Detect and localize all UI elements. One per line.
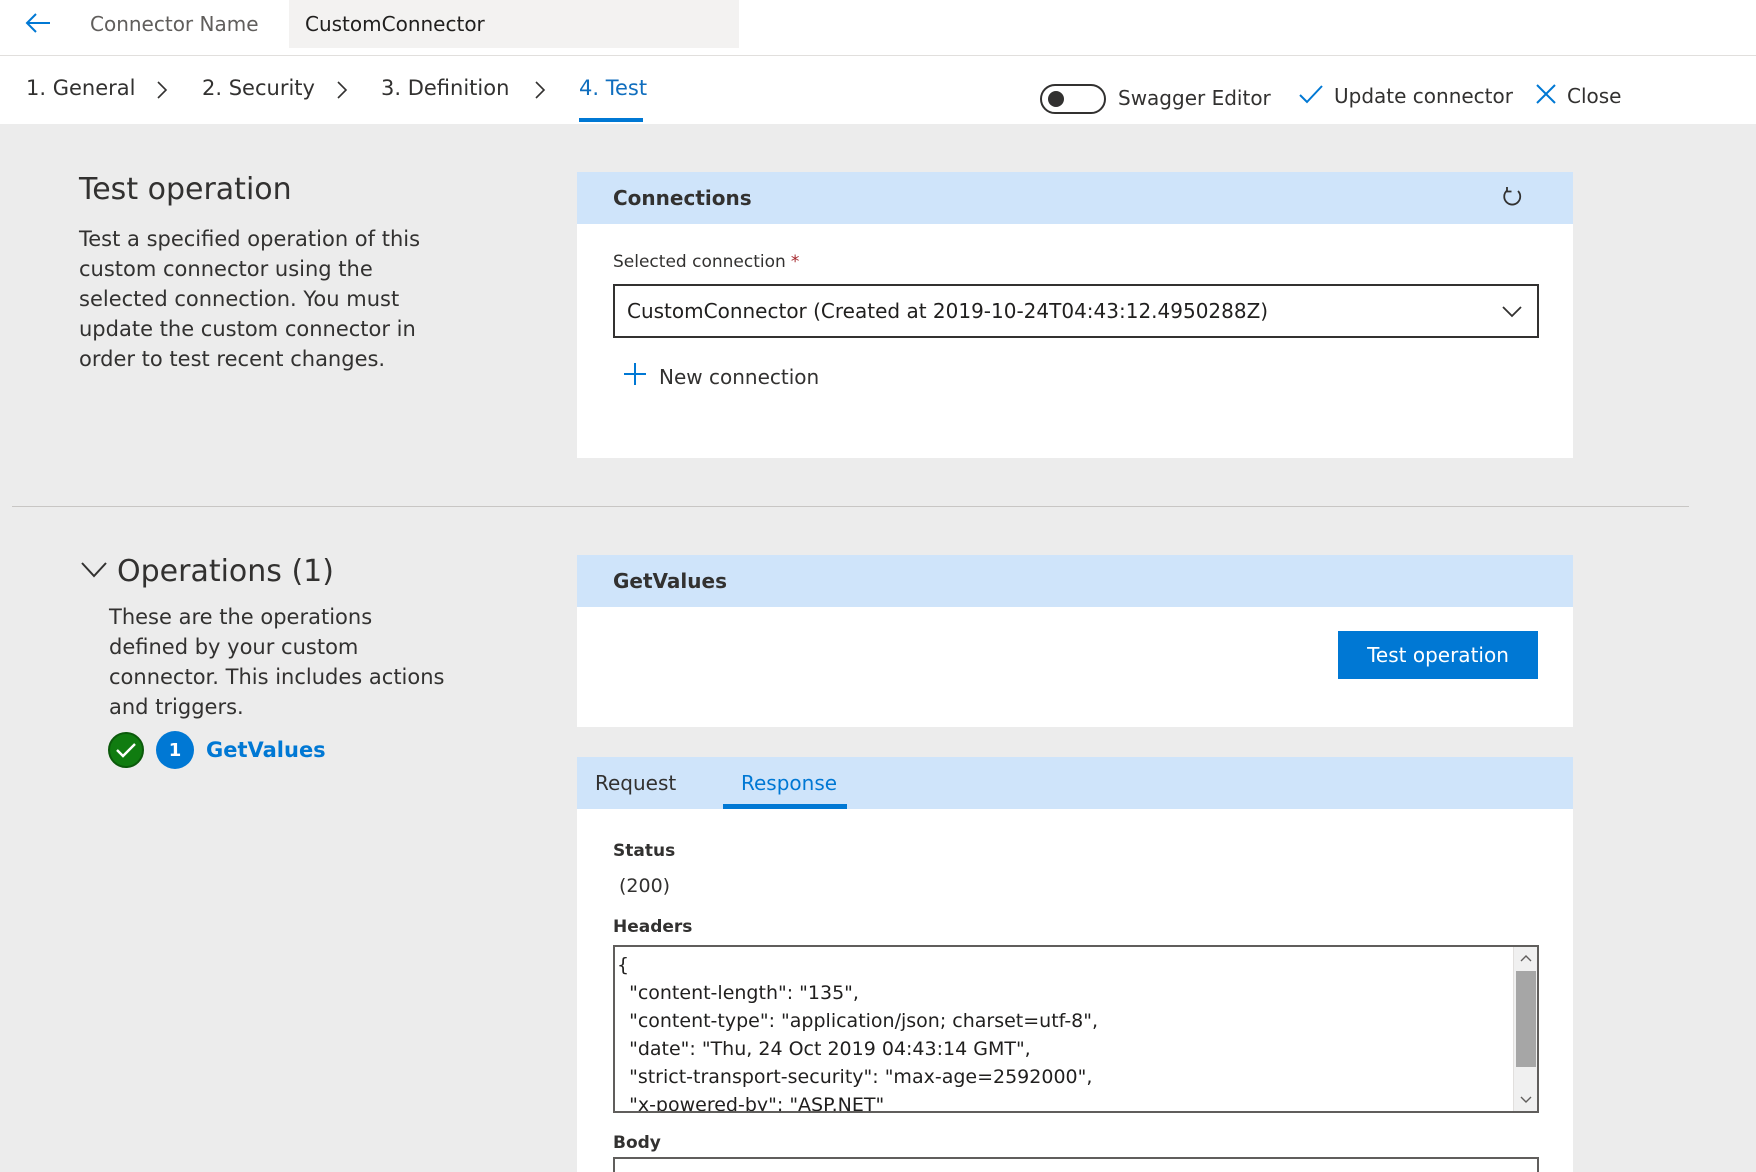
top-bar: Connector Name (0, 0, 1756, 56)
description-line: selected connection. You must (79, 287, 400, 311)
description-line: custom connector using the (79, 257, 373, 281)
operations-collapse-toggle[interactable] (80, 561, 108, 583)
description-line: These are the operations (109, 605, 373, 629)
new-connection-label: New connection (659, 364, 820, 389)
operation-item[interactable]: 1 GetValues (108, 731, 326, 769)
required-mark: * (790, 252, 800, 272)
scroll-down-icon[interactable] (1514, 1089, 1537, 1111)
selected-connection-select[interactable]: CustomConnector (Created at 2019-10-24T0… (613, 284, 1539, 338)
body-label: Body (613, 1133, 661, 1153)
request-response-panel: Request Response Status (200) Headers { … (577, 757, 1573, 1172)
selected-connection-label: Selected connection * (613, 252, 799, 272)
description-line: connector. This includes actions (109, 665, 445, 689)
tab-request[interactable]: Request (595, 757, 676, 809)
close-button[interactable]: Close (1535, 78, 1621, 114)
description-line: Test a specified operation of this (79, 227, 421, 251)
close-label: Close (1567, 84, 1622, 108)
chevron-right-icon (152, 78, 172, 102)
section-divider (12, 506, 1689, 507)
wizard-steps-bar: 1. General 2. Security 3. Definition 4. … (0, 56, 1756, 124)
selected-connection-value: CustomConnector (Created at 2019-10-24T0… (627, 299, 1269, 323)
connector-name-label: Connector Name (90, 12, 259, 36)
chevron-down-icon (80, 562, 108, 583)
operation-panel-header: GetValues (577, 555, 1573, 607)
chevron-down-icon (1501, 300, 1523, 324)
new-connection-button[interactable]: New connection (623, 362, 819, 391)
update-connector-button[interactable]: Update connector (1298, 78, 1513, 114)
test-operation-title: Test operation (79, 172, 292, 207)
toggle-knob (1048, 91, 1064, 107)
checkmark-icon (1298, 83, 1324, 110)
description-line: order to test recent changes. (79, 347, 386, 371)
main-content: Test operation Test a specified operatio… (0, 124, 1756, 1172)
scroll-up-icon[interactable] (1514, 947, 1537, 969)
status-value: (200) (619, 875, 671, 897)
headers-content: { "content-length": "135", "content-type… (617, 954, 1099, 1113)
operations-title: Operations (1) (117, 554, 334, 589)
close-icon (1535, 83, 1557, 110)
arrow-left-icon (24, 12, 52, 38)
status-label: Status (613, 841, 676, 861)
request-response-tabs: Request Response (577, 757, 1573, 809)
step-security[interactable]: 2. Security (202, 76, 315, 100)
headers-label: Headers (613, 917, 693, 937)
refresh-icon[interactable] (1501, 186, 1523, 213)
description-line: update the custom connector in (79, 317, 416, 341)
connections-header: Connections (577, 172, 1573, 224)
operation-panel: GetValues Test operation (577, 555, 1573, 727)
description-line: defined by your custom (109, 635, 359, 659)
connections-title: Connections (613, 186, 752, 210)
success-check-icon (108, 732, 144, 768)
active-tab-underline (723, 804, 847, 809)
operation-link-getvalues[interactable]: GetValues (206, 738, 326, 762)
headers-textarea[interactable]: { "content-length": "135", "content-type… (613, 945, 1539, 1113)
step-definition[interactable]: 3. Definition (381, 76, 509, 100)
operation-number-badge: 1 (156, 731, 194, 769)
scroll-thumb[interactable] (1516, 971, 1536, 1067)
operation-panel-title: GetValues (613, 569, 727, 593)
connector-name-input[interactable] (289, 0, 739, 48)
update-connector-label: Update connector (1334, 84, 1513, 108)
connections-panel: Connections Selected connection * Custom… (577, 172, 1573, 458)
operations-description: These are the operations defined by your… (109, 602, 445, 722)
swagger-editor-label: Swagger Editor (1118, 86, 1271, 110)
body-textarea[interactable] (613, 1157, 1539, 1172)
plus-icon (623, 362, 647, 391)
description-line: and triggers. (109, 695, 244, 719)
headers-scrollbar[interactable] (1513, 947, 1537, 1111)
selected-connection-text: Selected connection (613, 252, 786, 272)
swagger-editor-toggle[interactable] (1040, 84, 1106, 114)
back-button[interactable] (20, 10, 56, 40)
tab-response[interactable]: Response (741, 757, 837, 809)
step-test[interactable]: 4. Test (579, 76, 647, 100)
chevron-right-icon (332, 78, 352, 102)
chevron-right-icon (530, 78, 550, 102)
test-operation-description: Test a specified operation of this custo… (79, 224, 420, 374)
step-general[interactable]: 1. General (26, 76, 135, 100)
active-step-underline (579, 118, 643, 122)
test-operation-button[interactable]: Test operation (1338, 631, 1538, 679)
